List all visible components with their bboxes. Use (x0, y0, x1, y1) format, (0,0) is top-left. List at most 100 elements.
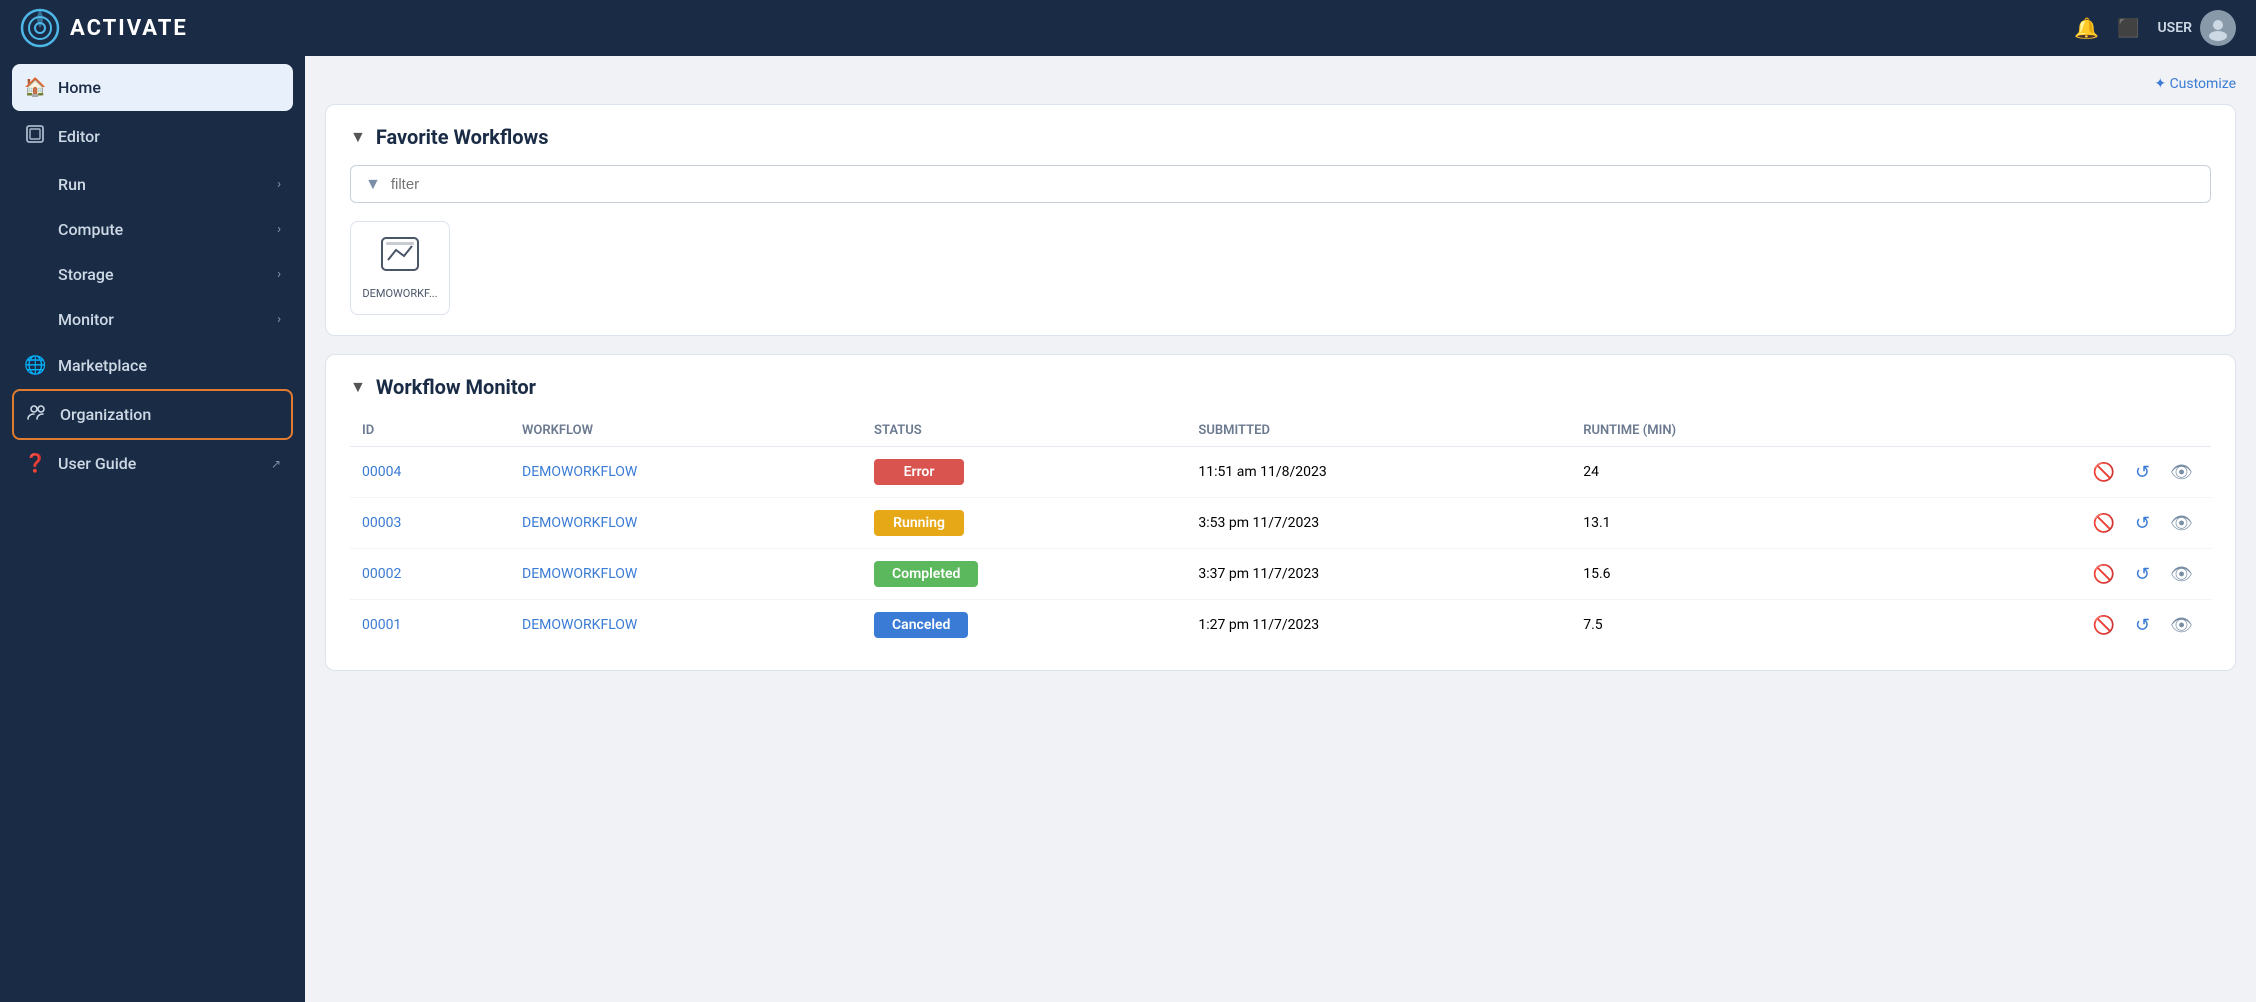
row-id[interactable]: 00003 (362, 515, 401, 531)
content-area: ✦ Customize ▼ Favorite Workflows ▼ (305, 56, 2256, 1002)
sidebar-label-user-guide: User Guide (58, 454, 136, 473)
sidebar-item-storage[interactable]: Storage › (0, 252, 305, 297)
filter-bar: ▼ (350, 165, 2211, 203)
filter-input[interactable] (391, 176, 2196, 193)
row-runtime: 7.5 (1571, 600, 1866, 651)
run-chevron: › (277, 177, 281, 192)
sidebar-item-editor[interactable]: Editor (0, 111, 305, 162)
workflow-monitor-header: ▼ Workflow Monitor (350, 375, 2211, 399)
row-actions: 🚫 ↺ 👁 (1878, 613, 2199, 638)
cancel-icon[interactable]: 🚫 (2087, 460, 2121, 485)
retry-icon[interactable]: ↺ (2129, 511, 2156, 536)
user-label: USER (2157, 20, 2192, 36)
sidebar-item-user-guide[interactable]: ❓ User Guide ↗ (0, 440, 305, 487)
sidebar-label-home: Home (58, 78, 101, 97)
sidebar-label-storage: Storage (58, 265, 114, 284)
sidebar-item-organization[interactable]: Organization (12, 389, 293, 440)
workflow-card-demo[interactable]: DEMOWORKF... (350, 221, 450, 315)
sidebar-item-monitor[interactable]: Monitor › (0, 297, 305, 342)
cancel-icon[interactable]: 🚫 (2087, 613, 2121, 638)
row-workflow[interactable]: DEMOWORKFLOW (522, 566, 637, 582)
col-submitted: SUBMITTED (1186, 415, 1571, 447)
row-actions: 🚫 ↺ 👁 (1878, 511, 2199, 536)
monitor-chevron: › (277, 312, 281, 327)
sidebar-label-organization: Organization (60, 405, 151, 424)
avatar (2200, 10, 2236, 46)
row-id[interactable]: 00004 (362, 464, 401, 480)
sidebar-item-marketplace[interactable]: 🌐 Marketplace (0, 342, 305, 389)
sidebar-item-run[interactable]: Run › (0, 162, 305, 207)
workflow-monitor-table: ID WORKFLOW STATUS SUBMITTED RUNTIME (MI… (350, 415, 2211, 650)
row-runtime: 13.1 (1571, 498, 1866, 549)
sidebar-label-marketplace: Marketplace (58, 356, 147, 375)
workflow-monitor-title: Workflow Monitor (376, 375, 536, 399)
cancel-icon[interactable]: 🚫 (2087, 562, 2121, 587)
favorite-workflows-header: ▼ Favorite Workflows (350, 125, 2211, 149)
status-badge: Canceled (874, 612, 968, 638)
customize-bar: ✦ Customize (325, 76, 2236, 92)
collapse-monitor-icon[interactable]: ▼ (350, 377, 366, 397)
compute-chevron: › (277, 222, 281, 237)
marketplace-icon: 🌐 (24, 355, 46, 376)
view-icon[interactable]: 👁 (2164, 511, 2199, 536)
table-row: 00002 DEMOWORKFLOW Completed 3:37 pm 11/… (350, 549, 2211, 600)
col-workflow: WORKFLOW (510, 415, 862, 447)
favorite-workflows-card: ▼ Favorite Workflows ▼ DEMOWORKF... (325, 104, 2236, 336)
external-link-icon: ↗ (271, 457, 281, 471)
row-submitted: 11:51 am 11/8/2023 (1186, 447, 1571, 498)
row-workflow[interactable]: DEMOWORKFLOW (522, 464, 637, 480)
view-icon[interactable]: 👁 (2164, 613, 2199, 638)
row-actions: 🚫 ↺ 👁 (1878, 562, 2199, 587)
topbar-right: 🔔 ⬛ USER (2074, 10, 2236, 46)
table-body: 00004 DEMOWORKFLOW Error 11:51 am 11/8/2… (350, 447, 2211, 651)
view-icon[interactable]: 👁 (2164, 562, 2199, 587)
workflow-monitor-card: ▼ Workflow Monitor ID WORKFLOW STATUS SU… (325, 354, 2236, 671)
collapse-favorite-icon[interactable]: ▼ (350, 127, 366, 147)
sidebar: 🏠 Home Editor Run › Compute › Storage (0, 56, 305, 1002)
sidebar-label-editor: Editor (58, 127, 100, 146)
sidebar-item-compute[interactable]: Compute › (0, 207, 305, 252)
row-submitted: 1:27 pm 11/7/2023 (1186, 600, 1571, 651)
logo[interactable]: ACTIVATE (20, 8, 188, 48)
table-row: 00004 DEMOWORKFLOW Error 11:51 am 11/8/2… (350, 447, 2211, 498)
row-submitted: 3:53 pm 11/7/2023 (1186, 498, 1571, 549)
cancel-icon[interactable]: 🚫 (2087, 511, 2121, 536)
row-id[interactable]: 00002 (362, 566, 401, 582)
logo-icon (20, 8, 60, 48)
col-status: STATUS (862, 415, 1186, 447)
terminal-icon[interactable]: ⬛ (2117, 18, 2139, 39)
storage-chevron: › (277, 267, 281, 282)
editor-icon (24, 124, 46, 149)
table-header: ID WORKFLOW STATUS SUBMITTED RUNTIME (MI… (350, 415, 2211, 447)
col-id: ID (350, 415, 510, 447)
col-runtime: RUNTIME (MIN) (1571, 415, 1866, 447)
sidebar-item-home[interactable]: 🏠 Home (12, 64, 293, 111)
sidebar-label-compute: Compute (58, 220, 123, 239)
user-menu[interactable]: USER (2157, 10, 2236, 46)
customize-link[interactable]: ✦ Customize (2154, 76, 2236, 92)
view-icon[interactable]: 👁 (2164, 460, 2199, 485)
organization-icon (26, 402, 48, 427)
favorite-workflows-title: Favorite Workflows (376, 125, 549, 149)
row-id[interactable]: 00001 (362, 617, 401, 633)
col-actions (1866, 415, 2211, 447)
retry-icon[interactable]: ↺ (2129, 562, 2156, 587)
row-runtime: 24 (1571, 447, 1866, 498)
user-guide-icon: ❓ (24, 453, 46, 474)
row-workflow[interactable]: DEMOWORKFLOW (522, 617, 637, 633)
status-badge: Completed (874, 561, 978, 587)
filter-icon: ▼ (365, 174, 381, 194)
retry-icon[interactable]: ↺ (2129, 613, 2156, 638)
home-icon: 🏠 (24, 77, 46, 98)
topbar: ACTIVATE 🔔 ⬛ USER (0, 0, 2256, 56)
workflow-cards-container: DEMOWORKF... (350, 221, 2211, 315)
workflow-card-label: DEMOWORKF... (362, 287, 437, 300)
logo-text: ACTIVATE (70, 16, 188, 41)
table-row: 00003 DEMOWORKFLOW Running 3:53 pm 11/7/… (350, 498, 2211, 549)
notification-icon[interactable]: 🔔 (2074, 16, 2099, 40)
sidebar-label-monitor: Monitor (58, 310, 114, 329)
row-submitted: 3:37 pm 11/7/2023 (1186, 549, 1571, 600)
sidebar-label-run: Run (58, 175, 86, 194)
row-workflow[interactable]: DEMOWORKFLOW (522, 515, 637, 531)
retry-icon[interactable]: ↺ (2129, 460, 2156, 485)
